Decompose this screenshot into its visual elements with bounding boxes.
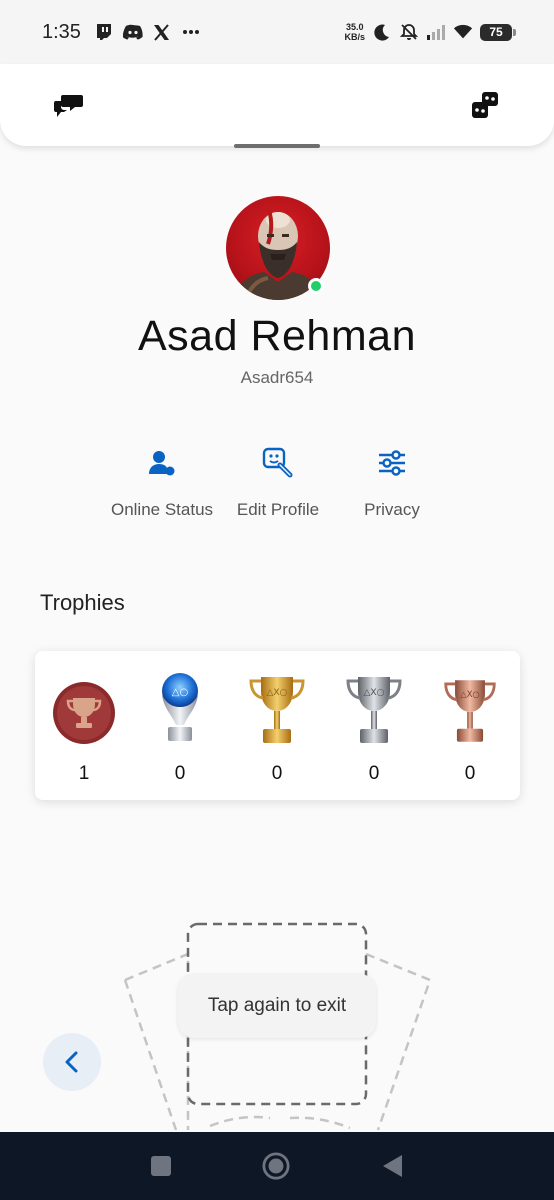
top-sheet [0, 64, 554, 146]
home-circle-icon [262, 1152, 290, 1180]
online-status-label: Online Status [110, 500, 214, 519]
moon-icon [372, 22, 392, 42]
avatar[interactable] [226, 196, 330, 300]
chevron-left-icon [65, 1051, 78, 1073]
online-status-button[interactable]: Online Status [97, 440, 227, 520]
trophy-level-count: 1 [78, 763, 90, 784]
status-bar: 1:35 35.0 KB/s 75 [0, 0, 554, 64]
more-icon [181, 22, 201, 42]
edit-profile-label: Edit Profile [236, 500, 320, 519]
bronze-count: 0 [464, 763, 476, 784]
sheet-drag-handle[interactable] [234, 144, 320, 148]
platinum-count: 0 [174, 763, 186, 784]
trophies-heading: Trophies [40, 590, 125, 615]
discord-icon [122, 22, 143, 42]
wifi-icon [453, 22, 473, 42]
bell-muted-icon [399, 22, 419, 42]
trophy-platinum: △○ 0 [145, 671, 215, 785]
edit-profile-icon [213, 440, 343, 486]
battery-indicator: 75 [480, 23, 516, 41]
twitch-icon [94, 22, 114, 42]
bronze-trophy-icon: △X○ [435, 671, 505, 745]
network-speed: 35.0 KB/s [344, 22, 365, 42]
svg-text:△○: △○ [172, 687, 188, 698]
svg-text:△X○: △X○ [364, 688, 385, 698]
silver-trophy-icon: △X○ [339, 671, 409, 745]
svg-text:△X○: △X○ [460, 689, 480, 699]
trophy-summary-card[interactable]: 1 △○ 0 △X○ 0 △X○ 0 △X○ 0 [35, 651, 520, 800]
silver-count: 0 [368, 763, 380, 784]
gold-count: 0 [271, 763, 283, 784]
trophy-level: 1 [49, 671, 119, 785]
back-button[interactable] [43, 1033, 101, 1091]
back-nav-button[interactable] [378, 1152, 406, 1180]
platinum-trophy-icon: △○ [145, 671, 215, 745]
square-icon [151, 1156, 171, 1176]
sliders-icon [327, 440, 457, 486]
display-name: Asad Rehman [138, 312, 416, 360]
privacy-label: Privacy [364, 500, 420, 519]
chat-bubbles-icon[interactable] [52, 88, 86, 122]
signal-icon [426, 22, 446, 42]
online-status-dot [308, 278, 324, 294]
online-id: Asadr654 [240, 368, 314, 387]
user-status-icon [97, 440, 227, 486]
recents-button[interactable] [147, 1152, 175, 1180]
gold-trophy-icon: △X○ [242, 671, 312, 745]
profile-actions: Online Status Edit Profile Privacy [0, 440, 554, 530]
game-pieces-icon[interactable] [468, 88, 502, 122]
system-nav-bar [0, 1132, 554, 1200]
status-time: 1:35 [42, 20, 81, 43]
x-icon [152, 22, 172, 42]
trophy-silver: △X○ 0 [339, 671, 409, 785]
home-button[interactable] [262, 1152, 290, 1180]
edit-profile-button[interactable]: Edit Profile [213, 440, 343, 520]
exit-toast: Tap again to exit [178, 974, 376, 1038]
svg-text:△X○: △X○ [267, 688, 288, 698]
trophy-level-icon [49, 671, 119, 745]
privacy-button[interactable]: Privacy [327, 440, 457, 520]
trophy-bronze: △X○ 0 [435, 671, 505, 785]
trophy-gold: △X○ 0 [242, 671, 312, 785]
back-triangle-icon [383, 1155, 402, 1177]
